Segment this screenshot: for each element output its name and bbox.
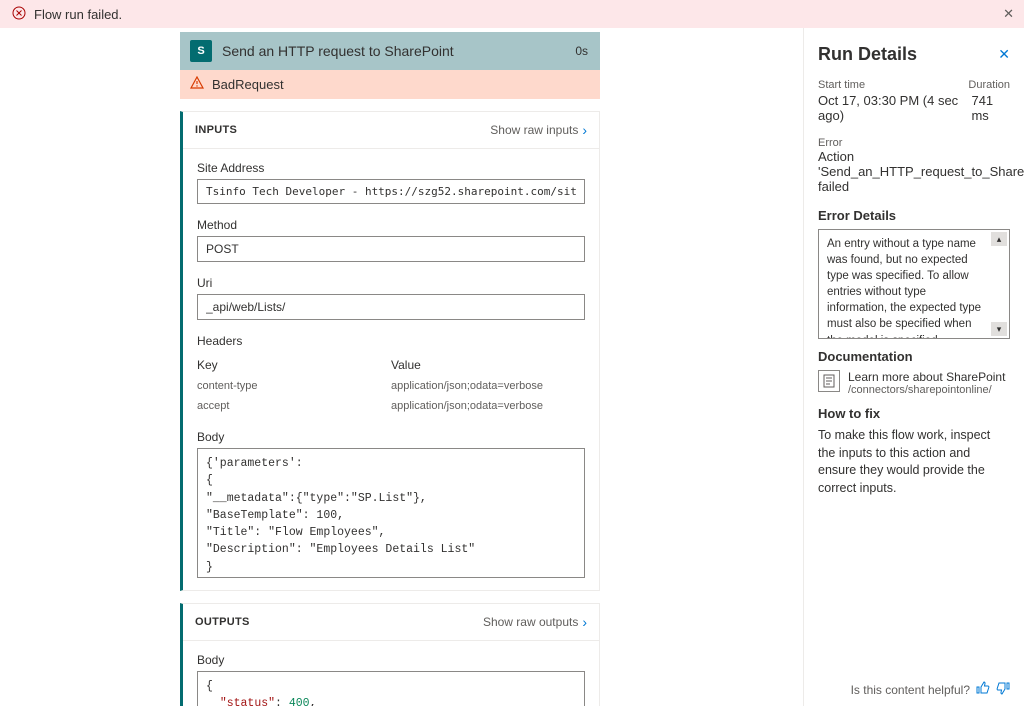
error-banner-text: Flow run failed. <box>34 7 122 22</box>
chevron-right-icon: › <box>582 614 587 630</box>
table-row: accept application/json;odata=verbose <box>197 396 585 416</box>
output-body-label: Body <box>197 653 585 667</box>
documentation-label: Documentation <box>818 349 1010 364</box>
thumbs-up-icon[interactable] <box>976 681 990 698</box>
site-address-input[interactable] <box>197 179 585 204</box>
run-details-title: Run Details <box>818 44 1010 65</box>
sharepoint-icon: S <box>190 40 212 62</box>
method-label: Method <box>197 218 585 232</box>
action-title: Send an HTTP request to SharePoint <box>222 43 454 59</box>
doc-link-path: /connectors/sharepointonline/ <box>848 384 1005 396</box>
body-output-code[interactable]: { "status": 400, "message": "An entry wi… <box>197 671 585 706</box>
error-circle-icon <box>12 6 26 23</box>
inputs-section-label: INPUTS <box>195 124 237 136</box>
body-label: Body <box>197 430 585 444</box>
feedback-bar: Is this content helpful? <box>851 681 1010 698</box>
error-label: Error <box>818 137 1010 149</box>
headers-col-key: Key <box>197 358 391 372</box>
error-text: Action 'Send_an_HTTP_request_to_SharePoi… <box>818 149 1010 194</box>
start-time-label: Start time <box>818 79 865 91</box>
outputs-section: OUTPUTS Show raw outputs › Body { "statu… <box>180 603 600 706</box>
start-time-value: Oct 17, 03:30 PM (4 sec ago) <box>818 93 971 123</box>
uri-input[interactable] <box>197 294 585 320</box>
duration-value: 741 ms <box>971 93 1010 123</box>
howto-label: How to fix <box>818 406 1010 421</box>
site-address-label: Site Address <box>197 161 585 175</box>
error-details-label: Error Details <box>818 208 1010 223</box>
run-content-panel: S Send an HTTP request to SharePoint 0s … <box>0 28 804 706</box>
error-banner: Flow run failed. ✕ <box>0 0 1024 28</box>
headers-label: Headers <box>197 334 585 348</box>
method-input[interactable] <box>197 236 585 262</box>
headers-col-value: Value <box>391 358 585 372</box>
doc-link-title: Learn more about SharePoint <box>848 370 1005 384</box>
error-details-box[interactable]: ▴ An entry without a type name was found… <box>818 229 1010 339</box>
badrequest-bar: BadRequest <box>180 70 600 99</box>
show-raw-inputs-link[interactable]: Show raw inputs › <box>490 122 587 138</box>
duration-label: Duration <box>968 79 1010 91</box>
doc-link[interactable]: Learn more about SharePoint /connectors/… <box>818 370 1010 396</box>
scroll-up-icon[interactable]: ▴ <box>991 232 1007 246</box>
action-duration: 0s <box>575 44 588 58</box>
body-input-code[interactable]: {'parameters': { "__metadata":{"type":"S… <box>197 448 585 578</box>
action-header[interactable]: S Send an HTTP request to SharePoint 0s <box>180 32 600 70</box>
run-details-panel: Run Details ✕ Start time Duration Oct 17… <box>804 28 1024 706</box>
warning-icon <box>190 76 204 93</box>
badrequest-label: BadRequest <box>212 77 284 92</box>
inputs-section: INPUTS Show raw inputs › Site Address Me… <box>180 111 600 591</box>
thumbs-down-icon[interactable] <box>996 681 1010 698</box>
feedback-text: Is this content helpful? <box>851 683 970 697</box>
uri-label: Uri <box>197 276 585 290</box>
action-card: S Send an HTTP request to SharePoint 0s … <box>180 32 600 706</box>
chevron-right-icon: › <box>582 122 587 138</box>
howto-text: To make this flow work, inspect the inpu… <box>818 427 1010 497</box>
close-panel-icon[interactable]: ✕ <box>998 46 1010 63</box>
document-icon <box>818 370 840 392</box>
scroll-down-icon[interactable]: ▾ <box>991 322 1007 336</box>
show-raw-outputs-link[interactable]: Show raw outputs › <box>483 614 587 630</box>
outputs-section-label: OUTPUTS <box>195 616 250 628</box>
table-row: content-type application/json;odata=verb… <box>197 376 585 396</box>
close-banner-icon[interactable]: ✕ <box>1003 6 1014 22</box>
